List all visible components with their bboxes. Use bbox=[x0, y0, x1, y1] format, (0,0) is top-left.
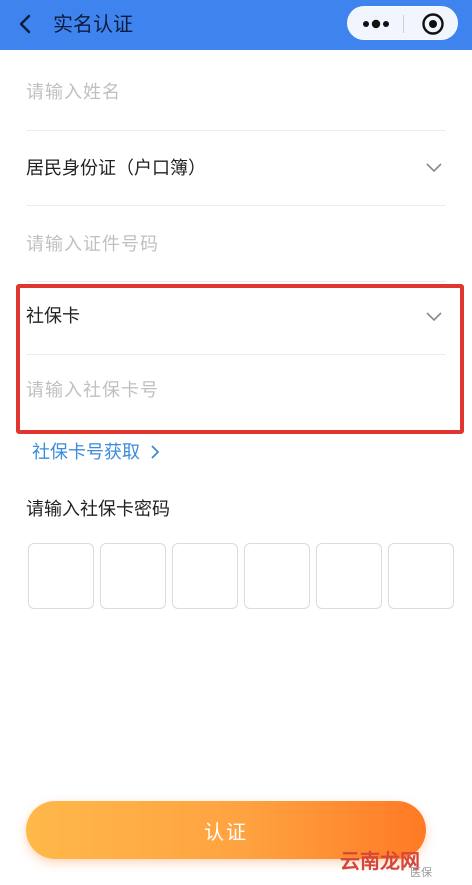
card-number-field[interactable]: 请输入社保卡号 bbox=[26, 376, 446, 416]
id-number-field[interactable]: 请输入证件号码 bbox=[26, 230, 446, 282]
pin-digit-3[interactable] bbox=[172, 543, 238, 609]
top-bar: 实名认证 bbox=[0, 0, 472, 50]
page-title: 实名认证 bbox=[53, 12, 133, 36]
pin-digit-1[interactable] bbox=[28, 543, 94, 609]
pin-digit-2[interactable] bbox=[100, 543, 166, 609]
password-label: 请输入社保卡密码 bbox=[26, 499, 170, 520]
chevron-right-icon bbox=[151, 445, 160, 459]
mini-program-capsule bbox=[347, 6, 458, 40]
capsule-divider bbox=[403, 15, 404, 33]
name-field[interactable]: 请输入姓名 bbox=[26, 78, 446, 131]
pin-digit-6[interactable] bbox=[388, 543, 454, 609]
chevron-left-icon[interactable] bbox=[14, 12, 38, 36]
watermark-small: 医保 bbox=[410, 866, 432, 879]
card-type-value: 社保卡 bbox=[26, 306, 80, 327]
card-number-link-label: 社保卡号获取 bbox=[32, 442, 140, 463]
pin-digit-5[interactable] bbox=[316, 543, 382, 609]
target-icon[interactable] bbox=[421, 12, 445, 36]
card-number-link[interactable]: 社保卡号获取 bbox=[32, 438, 160, 464]
name-placeholder: 请输入姓名 bbox=[26, 82, 121, 103]
id-type-select[interactable]: 居民身份证（户口簿） bbox=[26, 154, 446, 206]
chevron-down-icon bbox=[426, 312, 442, 322]
id-type-value: 居民身份证（户口簿） bbox=[26, 158, 206, 179]
chevron-down-icon bbox=[426, 163, 442, 173]
watermark-logo: 云南龙网 bbox=[340, 849, 420, 873]
card-type-select[interactable]: 社保卡 bbox=[26, 302, 446, 355]
more-dots-icon[interactable] bbox=[360, 16, 392, 32]
pin-digit-4[interactable] bbox=[244, 543, 310, 609]
id-number-placeholder: 请输入证件号码 bbox=[26, 234, 159, 255]
card-number-placeholder: 请输入社保卡号 bbox=[26, 380, 159, 401]
